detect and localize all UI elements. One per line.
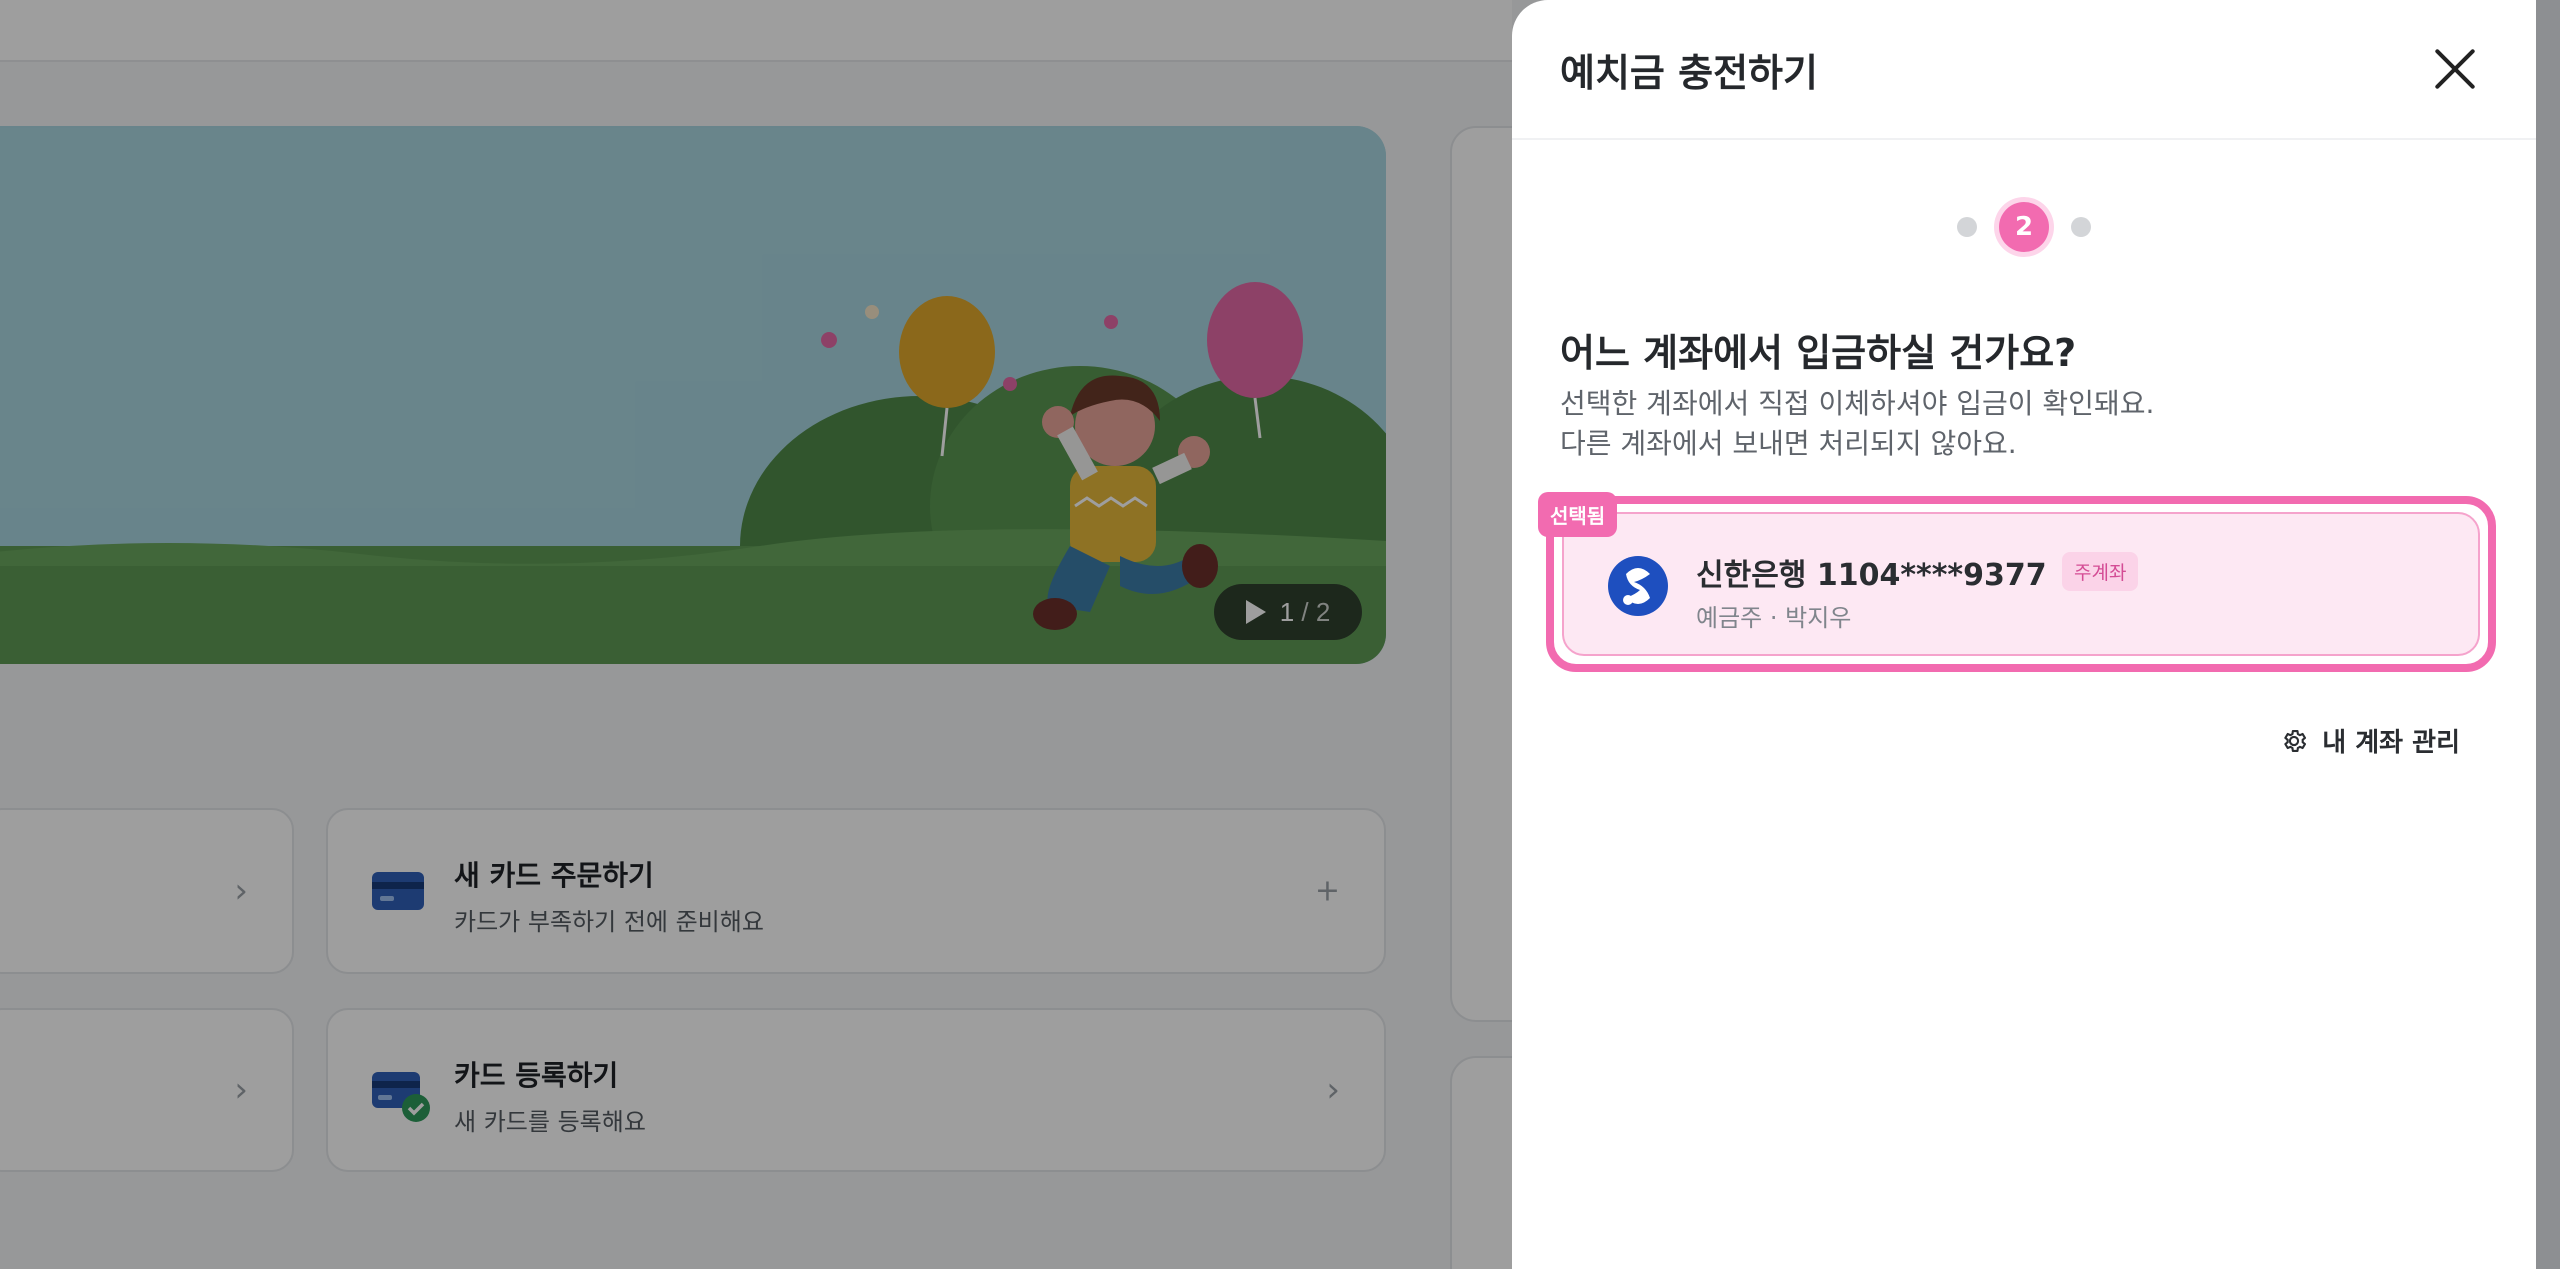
drawer-header: 예치금 충전하기 xyxy=(1512,0,2536,140)
shinhan-logo-icon xyxy=(1606,554,1670,618)
gear-icon xyxy=(2284,729,2307,752)
manage-accounts-button[interactable]: 내 계좌 관리 xyxy=(2280,722,2460,759)
deposit-drawer: 예치금 충전하기 2 어느 계좌에서 입금하실 건가요? 선택한 계좌에서 직접… xyxy=(1512,0,2536,1269)
primary-account-badge: 주계좌 xyxy=(2062,552,2139,591)
step-dot xyxy=(2071,217,2091,237)
selected-badge: 선택됨 xyxy=(1538,492,1618,537)
question-heading: 어느 계좌에서 입금하실 건가요? xyxy=(1560,331,2077,375)
account-holder: 예금주 · 박지우 xyxy=(1696,604,1852,632)
step-active: 2 xyxy=(1999,202,2049,252)
close-icon[interactable] xyxy=(2432,46,2478,92)
account-name: 신한은행 1104****9377 xyxy=(1696,558,2047,593)
description: 선택한 계좌에서 직접 이체하셔야 입금이 확인돼요. 다른 계좌에서 보내면 … xyxy=(1560,387,2155,460)
account-option-body: 신한은행 1104****9377 주계좌 예금주 · 박지우 xyxy=(1562,512,2480,656)
manage-accounts-label: 내 계좌 관리 xyxy=(2322,728,2460,758)
step-indicator: 2 xyxy=(1512,202,2536,252)
scrollbar-gutter xyxy=(2536,0,2560,1269)
step-dot xyxy=(1957,217,1977,237)
drawer-title: 예치금 충전하기 xyxy=(1560,51,1818,95)
account-option-selected[interactable]: 신한은행 1104****9377 주계좌 예금주 · 박지우 선택됨 xyxy=(1538,492,2496,672)
